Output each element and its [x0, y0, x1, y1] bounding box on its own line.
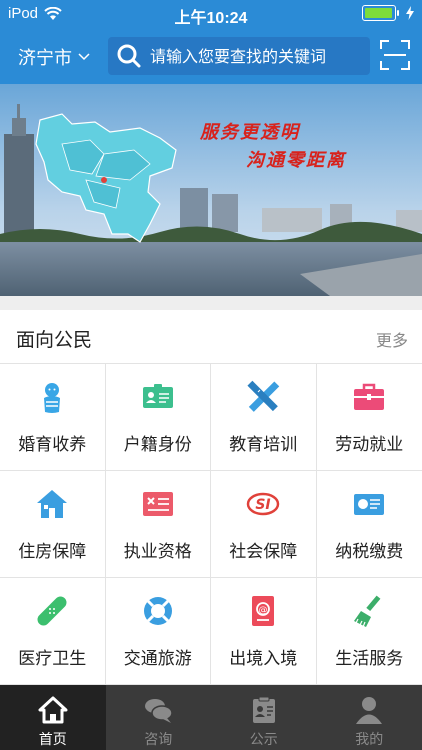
tab-label: 公示	[249, 732, 278, 748]
broom-icon	[354, 595, 381, 628]
service-item-healthcare[interactable]: 医疗卫生	[0, 578, 106, 685]
certificate-icon	[142, 492, 173, 516]
bandage-icon	[37, 596, 67, 626]
social-security-icon: SI	[247, 492, 280, 516]
bottom-tab-bar: 首页 咨询 公示 我的	[0, 685, 422, 750]
city-map-banner-image	[0, 84, 422, 296]
tab-home[interactable]: 首页	[0, 685, 106, 750]
tab-consult[interactable]: 咨询	[106, 685, 212, 750]
service-item-marriage-adoption[interactable]: 婚育收养	[0, 364, 106, 471]
service-item-transport-travel[interactable]: 交通旅游	[105, 578, 211, 685]
house-icon	[37, 490, 68, 518]
city-label: 济宁市	[18, 48, 72, 69]
service-item-housing[interactable]: 住房保障	[0, 471, 106, 578]
service-item-qualification[interactable]: 执业资格	[105, 471, 211, 578]
tab-label: 我的	[355, 732, 384, 748]
section-title: 面向公民	[16, 329, 93, 351]
service-label: 社会保障	[229, 542, 298, 562]
passport-icon: @	[252, 596, 275, 626]
scan-qr-icon[interactable]	[380, 40, 410, 70]
svg-text:@: @	[259, 606, 268, 616]
service-label: 交通旅游	[123, 649, 192, 669]
more-link[interactable]: 更多	[376, 327, 408, 351]
top-navbar: 济宁市	[0, 28, 422, 84]
charging-bolt-icon	[406, 6, 414, 20]
service-item-tax[interactable]: 纳税缴费	[316, 471, 422, 578]
service-label: 劳动就业	[335, 435, 404, 455]
service-label: 户籍身份	[123, 435, 192, 455]
banner-slogan-line1: 服务更透明	[200, 122, 300, 143]
service-item-employment[interactable]: 劳动就业	[316, 364, 422, 471]
search-icon	[117, 44, 141, 68]
pencil-ruler-icon	[247, 380, 280, 412]
promo-banner[interactable]: 服务更透明 沟通零距离	[0, 84, 422, 296]
service-item-life-service[interactable]: 生活服务	[316, 578, 422, 685]
section-header: 面向公民 更多	[0, 310, 422, 364]
home-icon	[38, 696, 68, 724]
battery-icon	[362, 5, 399, 21]
service-label: 医疗卫生	[18, 649, 87, 669]
service-item-social-security[interactable]: SI 社会保障	[211, 471, 317, 578]
service-label: 婚育收养	[18, 435, 87, 455]
service-label: 住房保障	[18, 542, 87, 562]
service-label: 出境入境	[229, 649, 298, 669]
chat-icon	[145, 699, 173, 723]
baby-icon	[44, 383, 61, 413]
chevron-down-icon	[78, 53, 90, 61]
service-label: 纳税缴费	[335, 542, 404, 562]
tab-notice[interactable]: 公示	[211, 685, 317, 750]
tab-profile[interactable]: 我的	[317, 685, 422, 750]
briefcase-icon	[354, 383, 385, 410]
banner-slogan-line2: 沟通零距离	[246, 150, 346, 171]
service-item-education[interactable]: 教育培训	[211, 364, 317, 471]
service-label: 生活服务	[335, 649, 404, 669]
section-spacer	[0, 296, 422, 310]
service-label: 教育培训	[229, 435, 298, 455]
service-grid: 婚育收养 户籍身份 教育培训 劳动就业 住房保障 执业资格 SI 社会保障 纳税…	[0, 364, 422, 685]
user-icon	[356, 697, 383, 724]
search-input[interactable]	[150, 46, 360, 66]
service-item-entry-exit[interactable]: @ 出境入境	[211, 578, 317, 685]
search-bar[interactable]	[108, 37, 370, 75]
id-card-icon	[142, 384, 173, 408]
city-selector[interactable]: 济宁市	[18, 44, 90, 70]
service-label: 执业资格	[123, 542, 192, 562]
status-bar: iPod 上午10:24	[0, 0, 422, 28]
status-time: 上午10:24	[174, 10, 248, 27]
tab-label: 咨询	[144, 732, 173, 748]
lifebuoy-icon	[143, 597, 172, 625]
notice-board-icon	[252, 696, 275, 723]
tax-card-icon	[354, 494, 385, 515]
tab-label: 首页	[38, 732, 67, 748]
service-item-household-id[interactable]: 户籍身份	[105, 364, 211, 471]
svg-text:SI: SI	[256, 497, 271, 513]
